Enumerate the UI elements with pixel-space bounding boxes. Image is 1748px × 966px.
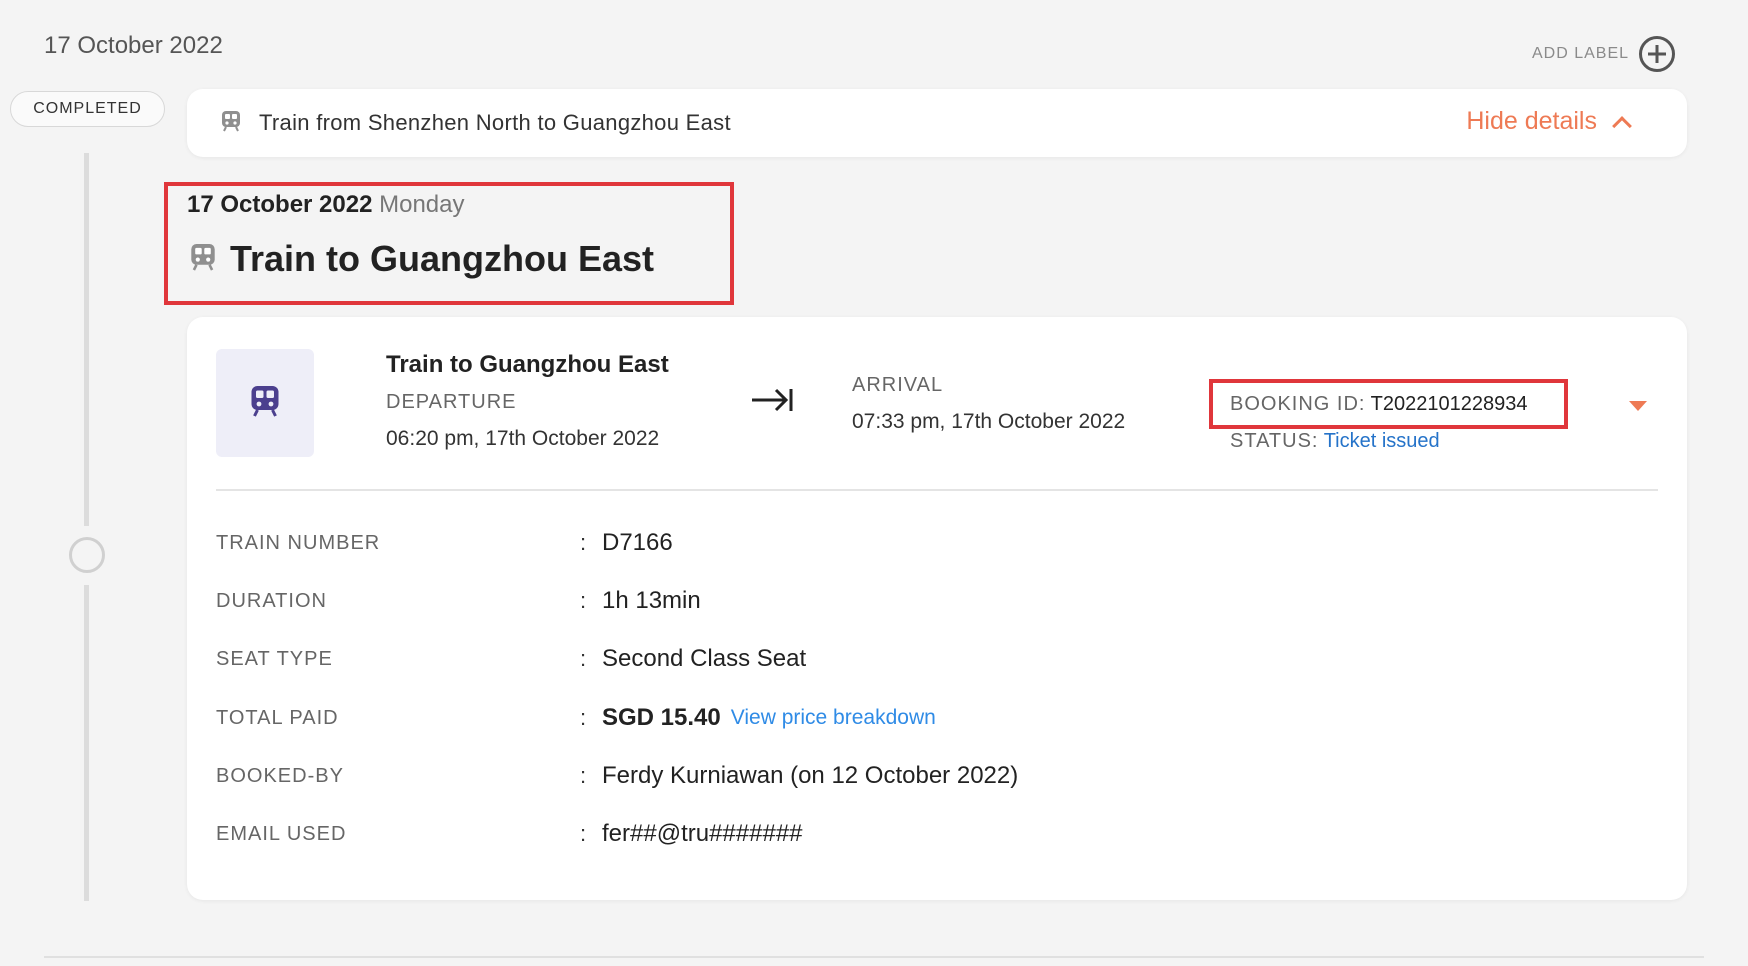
divider [44,956,1704,958]
timeline-line [84,585,89,901]
add-label-control[interactable]: ADD LABEL [1532,36,1676,72]
trip-summary-title: Train from Shenzhen North to Guangzhou E… [259,110,731,135]
segment-date: 17 October 2022 Monday [187,191,465,219]
add-label-text: ADD LABEL [1532,45,1630,62]
status-label: STATUS: [1230,430,1319,452]
hide-details-label: Hide details [1466,107,1597,135]
booking-id: BOOKING ID: T2022101228934 [1230,393,1528,416]
detail-row: EMAIL USED : fer##@tru####### [216,814,1216,854]
timeline-node [69,537,105,573]
detail-row: TOTAL PAID : SGD 15.40 View price breakd… [216,698,1216,738]
train-icon [190,242,216,277]
chevron-up-icon [1612,115,1632,136]
detail-colon: : [580,530,587,555]
arrival-time: 07:33 pm, 17th October 2022 [852,410,1126,433]
departure-label: DEPARTURE [386,391,517,413]
booking-id-value: T2022101228934 [1370,393,1528,415]
detail-colon: : [580,821,587,846]
detail-label: BOOKED-BY [216,764,344,787]
detail-colon: : [580,763,587,788]
trip-summary-bar[interactable]: Train from Shenzhen North to Guangzhou E… [187,89,1687,157]
detail-colon: : [580,588,587,613]
segment-date-text: 17 October 2022 [187,191,373,218]
train-icon [250,384,280,423]
detail-value: Second Class Seat [602,645,807,672]
detail-label: TOTAL PAID [216,706,339,729]
booking-status: STATUS: Ticket issued [1230,430,1440,453]
detail-row: BOOKED-BY : Ferdy Kurniawan (on 12 Octob… [216,756,1216,796]
segment-title-text: Train to Guangzhou East [230,238,655,279]
caret-down-icon[interactable] [1629,401,1647,411]
detail-label: TRAIN NUMBER [216,531,381,554]
detail-label: EMAIL USED [216,822,347,845]
plus-circle-icon[interactable] [1639,36,1676,72]
detail-value: fer##@tru####### [602,820,803,847]
booking-id-label: BOOKING ID: [1230,393,1366,415]
detail-value: 1h 13min [602,587,701,614]
page-date: 17 October 2022 [44,32,223,59]
train-icon-box [216,349,314,457]
view-price-breakdown-link[interactable]: View price breakdown [731,706,936,730]
detail-label: DURATION [216,589,327,612]
detail-value: D7166 [602,529,673,556]
segment-day-text: Monday [379,191,465,218]
divider [216,489,1658,491]
detail-row: DURATION : 1h 13min [216,581,1216,621]
detail-value: Ferdy Kurniawan (on 12 October 2022) [602,762,1019,789]
arrow-right-to-bar-icon [750,387,794,418]
detail-row: TRAIN NUMBER : D7166 [216,523,1216,563]
departure-time: 06:20 pm, 17th October 2022 [386,427,660,450]
timeline-line [84,153,89,526]
detail-row: SEAT TYPE : Second Class Seat [216,639,1216,679]
card-title: Train to Guangzhou East [386,351,669,378]
detail-colon: : [580,646,587,671]
train-icon [221,110,241,137]
segment-title: Train to Guangzhou East [190,238,654,280]
detail-label: SEAT TYPE [216,647,333,670]
detail-colon: : [580,705,587,730]
detail-value: SGD 15.40 [602,704,721,731]
status-value: Ticket issued [1323,430,1440,452]
hide-details-button[interactable]: Hide details [1466,107,1632,136]
booking-card: Train to Guangzhou East DEPARTURE 06:20 … [187,317,1687,900]
arrival-label: ARRIVAL [852,374,944,396]
status-badge: COMPLETED [10,91,165,127]
